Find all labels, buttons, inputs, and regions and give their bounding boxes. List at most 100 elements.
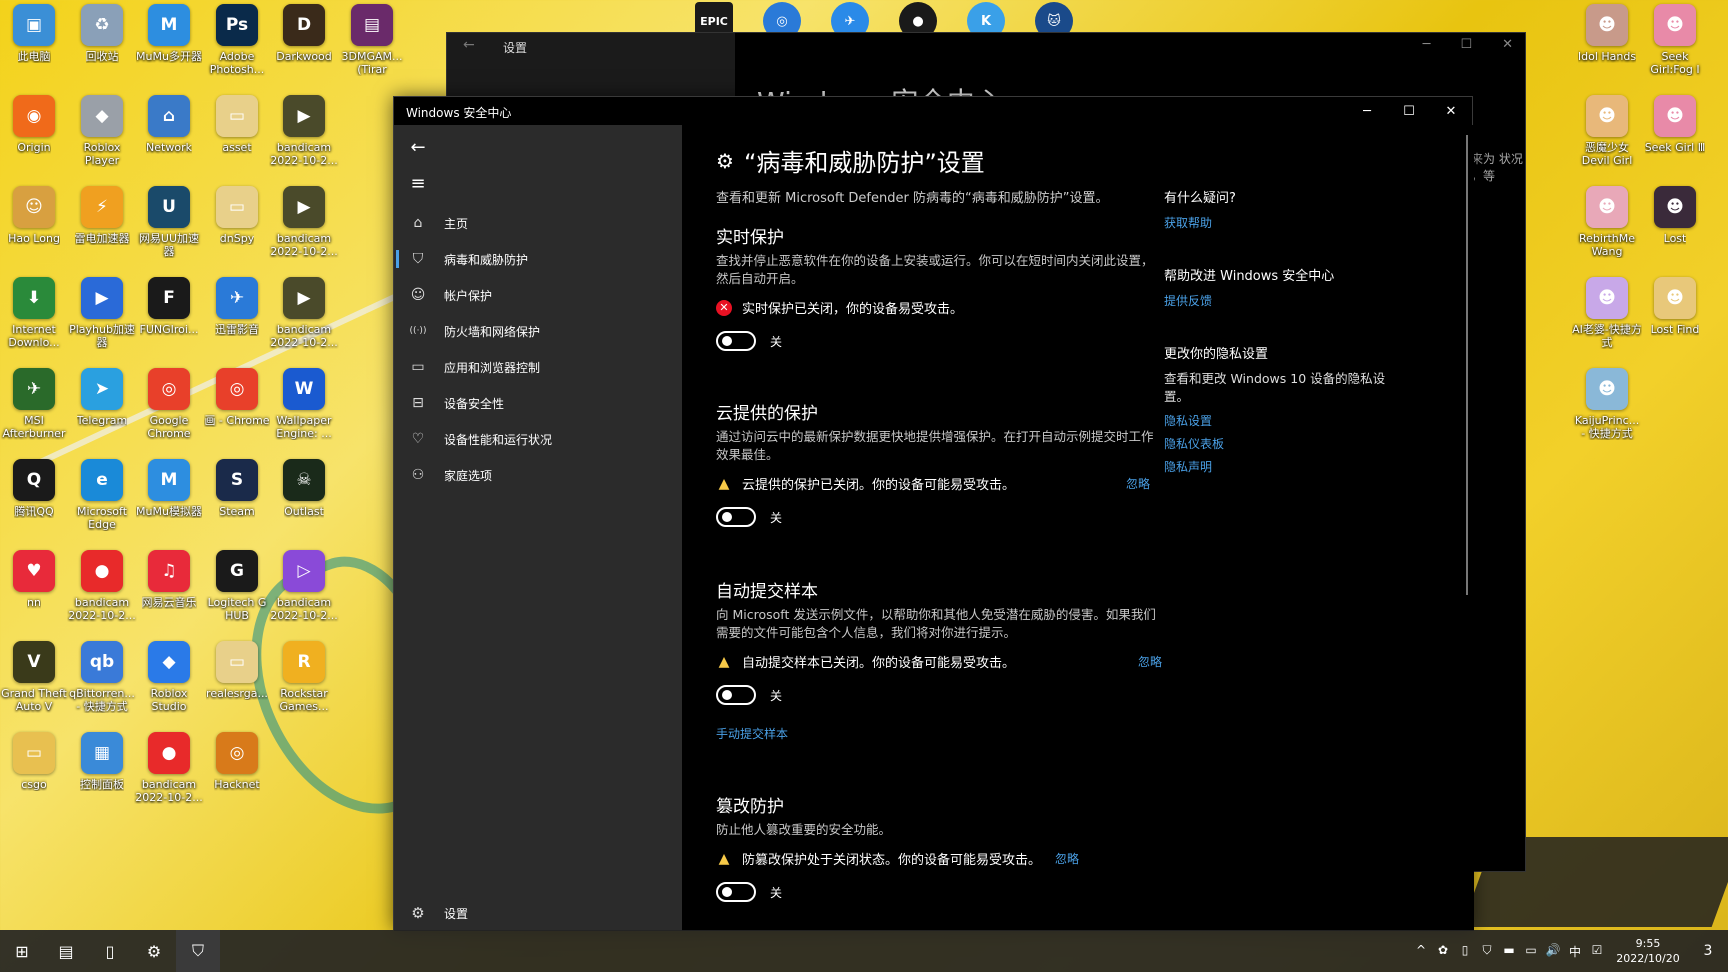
- desktop-icon[interactable]: ▣ 此电脑: [0, 4, 69, 63]
- desktop-icon[interactable]: ● bandicam 2022-10-2...: [67, 550, 137, 622]
- bg-window-controls[interactable]: ─ ☐ ✕: [1423, 37, 1513, 52]
- close-button[interactable]: ✕: [1430, 97, 1472, 125]
- sidebar-item-heart[interactable]: ♡ 设备性能和运行状况: [394, 421, 682, 457]
- desktop-icon[interactable]: ▦ 控制面板: [67, 732, 137, 791]
- desktop-icon[interactable]: Q 腾讯QQ: [0, 459, 69, 518]
- toggle-switch[interactable]: [716, 507, 756, 527]
- desktop-icon[interactable]: ☻ Idol Hands: [1572, 4, 1642, 63]
- desktop-icon[interactable]: ☻ KaijuPrinc... - 快捷方式: [1572, 368, 1642, 440]
- toggle-switch[interactable]: [716, 331, 756, 351]
- sidebar-item-home[interactable]: ⌂ 主页: [394, 205, 682, 241]
- desktop-icon[interactable]: F FUNGIroi...: [134, 277, 204, 336]
- privacy-statement-link[interactable]: 隐私声明: [1164, 458, 1394, 475]
- desktop-icon[interactable]: e Microsoft Edge: [67, 459, 137, 531]
- desktop-icon[interactable]: ☻ Lost Find: [1640, 277, 1710, 336]
- get-help-link[interactable]: 获取帮助: [1164, 214, 1394, 231]
- desktop-icon[interactable]: ◎ Hacknet: [202, 732, 272, 791]
- desktop-icon[interactable]: M MuMu模拟器: [134, 459, 204, 518]
- sidebar-item-shield[interactable]: ⛉ 病毒和威胁防护: [394, 241, 682, 277]
- title-bar[interactable]: Windows 安全中心 ─ ☐ ✕: [394, 97, 1472, 125]
- desktop-icon[interactable]: ♫ 网易云音乐: [134, 550, 204, 609]
- desktop-icon[interactable]: S Steam: [202, 459, 272, 518]
- desktop-icon[interactable]: ◉ Origin: [0, 95, 69, 154]
- sidebar-item-family[interactable]: ⚇ 家庭选项: [394, 457, 682, 493]
- clock[interactable]: 9:55 2022/10/20: [1608, 936, 1688, 966]
- dismiss-link[interactable]: 忽略: [1138, 653, 1162, 670]
- settings-icon[interactable]: ⚙: [132, 930, 176, 972]
- desktop-icon[interactable]: ☻ Lost: [1640, 186, 1710, 245]
- tray-icon[interactable]: ▭: [1520, 943, 1542, 960]
- feedback-link[interactable]: 提供反馈: [1164, 292, 1394, 309]
- desktop-icon[interactable]: W Wallpaper Engine: ...: [269, 368, 339, 440]
- minimize-icon[interactable]: ─: [1423, 37, 1431, 52]
- toggle-switch[interactable]: [716, 882, 756, 902]
- desktop-icon[interactable]: ➤ Telegram: [67, 368, 137, 427]
- privacy-dashboard-link[interactable]: 隐私仪表板: [1164, 435, 1394, 452]
- defender-icon[interactable]: ⛉: [176, 930, 220, 972]
- desktop-icon[interactable]: U 网易UU加速器: [134, 186, 204, 258]
- desktop-icon[interactable]: qb qBittorren... - 快捷方式: [67, 641, 137, 713]
- close-icon[interactable]: ✕: [1502, 37, 1513, 52]
- desktop-icon[interactable]: ▭ csgo: [0, 732, 69, 791]
- explorer-icon[interactable]: ▤: [44, 930, 88, 972]
- sidebar-item-wifi[interactable]: ((·)) 防火墙和网络保护: [394, 313, 682, 349]
- desktop-icon[interactable]: ♻ 回收站: [67, 4, 137, 63]
- desktop-icon[interactable]: G Logitech G HUB: [202, 550, 272, 622]
- desktop-icon[interactable]: ▶ bandicam 2022-10-2...: [269, 186, 339, 258]
- desktop-icon[interactable]: ✈ MSI Afterburner: [0, 368, 69, 440]
- desktop-icon[interactable]: Ps Adobe Photosh...: [202, 4, 272, 76]
- desktop-icon[interactable]: ☻ Seek Girl Ⅲ: [1640, 95, 1710, 154]
- desktop-icon[interactable]: ✈ 迅雷影音: [202, 277, 272, 336]
- desktop-icon[interactable]: ◆ Roblox Player: [67, 95, 137, 167]
- tray-icon[interactable]: ^: [1410, 943, 1432, 960]
- desktop-icon[interactable]: ☻ 恶魔少女 Devil Girl: [1572, 95, 1642, 167]
- toggle-switch[interactable]: [716, 685, 756, 705]
- dismiss-link[interactable]: 忽略: [1055, 850, 1079, 867]
- sidebar-item-app-window[interactable]: ▭ 应用和浏览器控制: [394, 349, 682, 385]
- desktop-icon[interactable]: ☠ Outlast: [269, 459, 339, 518]
- desktop-icon[interactable]: ☺ Hao Long: [0, 186, 69, 245]
- phone-icon[interactable]: ▯: [88, 930, 132, 972]
- desktop-icon[interactable]: ▭ realesrga...: [202, 641, 272, 700]
- tray-icon[interactable]: ▯: [1454, 943, 1476, 960]
- desktop-icon[interactable]: V Grand Theft Auto V: [0, 641, 69, 713]
- tray-icon[interactable]: 🔊: [1542, 943, 1564, 960]
- dismiss-link[interactable]: 忽略: [1126, 475, 1150, 492]
- back-arrow-icon[interactable]: ←: [394, 129, 442, 165]
- desktop-icon[interactable]: ● bandicam 2022-10-2...: [134, 732, 204, 804]
- desktop-icon[interactable]: ▷ bandicam 2022-10-2...: [269, 550, 339, 622]
- desktop-icon[interactable]: ▤ 3DMGAM... (Tirar: [337, 4, 407, 76]
- tray-icon[interactable]: ✿: [1432, 943, 1454, 960]
- desktop-icon[interactable]: ☻ Seek Girl:Fog Ⅰ: [1640, 4, 1710, 76]
- maximize-icon[interactable]: ☐: [1460, 37, 1472, 52]
- hamburger-menu-icon[interactable]: ≡: [394, 165, 442, 201]
- desktop-icon[interactable]: ◎ Google Chrome: [134, 368, 204, 440]
- sidebar-item-laptop[interactable]: ⊟ 设备安全性: [394, 385, 682, 421]
- manual-submit-link[interactable]: 手动提交样本: [716, 725, 1162, 742]
- tray-icon[interactable]: ⛉: [1476, 943, 1498, 960]
- desktop-icon[interactable]: ☻ RebirthMe Wang: [1572, 186, 1642, 258]
- privacy-settings-link[interactable]: 隐私设置: [1164, 412, 1394, 429]
- desktop-icon[interactable]: D Darkwood: [269, 4, 339, 63]
- desktop-icon[interactable]: ⌂ Network: [134, 95, 204, 154]
- desktop-icon[interactable]: ▶ Playhub加速器: [67, 277, 137, 349]
- desktop-icon[interactable]: R Rockstar Games...: [269, 641, 339, 713]
- tray-icon[interactable]: 中: [1564, 943, 1586, 960]
- back-arrow-icon[interactable]: ←: [463, 37, 475, 53]
- sidebar-item-person[interactable]: ☺ 帐户保护: [394, 277, 682, 313]
- sidebar-item-settings[interactable]: ⚙ 设置: [394, 895, 682, 931]
- desktop-icon[interactable]: ◎ 画 - Chrome: [202, 368, 272, 427]
- desktop-icon[interactable]: ▶ bandicam 2022-10-2...: [269, 95, 339, 167]
- tray-icon[interactable]: ☑: [1586, 943, 1608, 960]
- desktop-icon[interactable]: ▭ dnSpy: [202, 186, 272, 245]
- desktop-icon[interactable]: ▶ bandicam 2022-10-2...: [269, 277, 339, 349]
- start-icon[interactable]: ⊞: [0, 930, 44, 972]
- desktop-icon[interactable]: ⬇ Internet Downlo...: [0, 277, 69, 349]
- desktop-icon[interactable]: ♥ nn: [0, 550, 69, 609]
- scrollbar[interactable]: [1466, 135, 1468, 595]
- tray-icon[interactable]: ▬: [1498, 943, 1520, 960]
- desktop-icon[interactable]: ☻ AI老婆-快捷方式: [1572, 277, 1642, 349]
- minimize-button[interactable]: ─: [1346, 97, 1388, 125]
- desktop-icon[interactable]: M MuMu多开器: [134, 4, 204, 63]
- desktop-icon[interactable]: ▭ asset: [202, 95, 272, 154]
